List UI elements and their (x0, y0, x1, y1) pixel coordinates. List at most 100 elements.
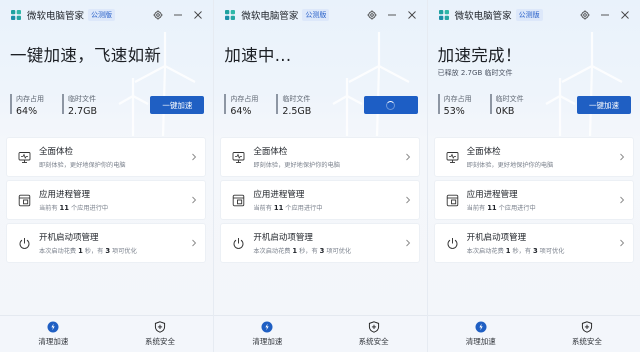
nav-label: 清理加速 (465, 337, 496, 346)
settings-button[interactable] (151, 8, 165, 22)
stat-label: 临时文件 (282, 95, 311, 103)
nav-label: 系统安全 (358, 337, 389, 346)
card-title: 应用进程管理 (253, 190, 305, 200)
stat-value: 64% (230, 106, 252, 117)
app-title: 微软电脑管家 (27, 11, 85, 22)
nav-item-system-security[interactable]: 系统安全 (107, 316, 214, 352)
nav-item-system-security[interactable]: 系统安全 (321, 316, 427, 352)
card-startup-management[interactable]: 开机启动项管理 本次启动花费 1 秒，有 3 项可优化 (220, 223, 421, 263)
beta-badge: 公测版 (515, 9, 543, 21)
temp-files-stat: 临时文件 2.5GB (276, 94, 312, 117)
windmill-decoration-icon (332, 32, 410, 136)
stat-value: 53% (443, 106, 465, 117)
screens-container: 微软电脑管家 公测版 一键加速，飞速如新 内存占用 64% 临时文件 2.7GB… (0, 0, 640, 352)
card-title: 应用进程管理 (39, 190, 91, 200)
minimize-icon (387, 14, 396, 16)
shield-icon (581, 321, 592, 333)
card-startup-management[interactable]: 开机启动项管理 本次启动花费 1 秒，有 3 项可优化 (433, 223, 634, 263)
chevron-right-icon (406, 239, 411, 247)
bottom-navigation: 清理加速 系统安全 (427, 315, 640, 352)
card-app-process-management[interactable]: 应用进程管理 当前有 11 个应用进行中 (6, 180, 206, 220)
app-title: 微软电脑管家 (454, 11, 512, 22)
nav-label: 系统安全 (571, 337, 602, 346)
card-full-checkup[interactable]: 全面体检 即刻体验，更好地保护你的电脑 (220, 137, 421, 177)
cleanup-boost-icon (47, 321, 59, 333)
chevron-right-icon (192, 196, 197, 204)
shield-icon (368, 321, 379, 333)
power-icon (233, 237, 244, 249)
card-description: 本次启动花费 1 秒，有 3 项可优化 (253, 247, 352, 255)
hero-title: 加速完成！ (437, 46, 522, 65)
stat-label: 内存占用 (230, 95, 259, 103)
minimize-button[interactable] (385, 8, 399, 22)
stat-value: 64% (16, 106, 38, 117)
card-app-process-management[interactable]: 应用进程管理 当前有 11 个应用进行中 (220, 180, 421, 220)
cleanup-boost-icon (261, 321, 273, 333)
close-button[interactable] (405, 8, 419, 22)
nav-label: 清理加速 (252, 337, 283, 346)
nav-item-cleanup-boost[interactable]: 清理加速 (0, 316, 107, 352)
stat-label: 临时文件 (68, 95, 96, 103)
app-window-panel: 微软电脑管家 公测版 一键加速，飞速如新 内存占用 64% 临时文件 2.7GB… (0, 0, 214, 352)
card-description: 当前有 11 个应用进行中 (253, 204, 323, 212)
card-description: 即刻体验，更好地保护你的电脑 (253, 162, 340, 169)
stat-label: 临时文件 (495, 95, 524, 103)
nav-label: 清理加速 (38, 337, 69, 346)
memory-usage-stat: 内存占用 64% (10, 94, 44, 117)
monitor-check-icon (232, 151, 245, 163)
settings-button[interactable] (365, 8, 379, 22)
card-full-checkup[interactable]: 全面体检 即刻体验，更好地保护你的电脑 (433, 137, 634, 177)
card-app-process-management[interactable]: 应用进程管理 当前有 11 个应用进行中 (433, 180, 634, 220)
boost-button-label: 一键加速 (588, 100, 619, 110)
chevron-right-icon (619, 239, 624, 247)
title-bar: 微软电脑管家 公测版 (428, 0, 640, 30)
bottom-navigation: 清理加速 系统安全 (0, 315, 214, 352)
settings-button[interactable] (578, 8, 592, 22)
minimize-button[interactable] (171, 8, 185, 22)
title-bar: 微软电脑管家 公测版 (214, 0, 426, 30)
close-button[interactable] (618, 8, 632, 22)
card-title: 全面体检 (39, 147, 74, 157)
nav-item-cleanup-boost[interactable]: 清理加速 (214, 316, 320, 352)
app-logo-icon (11, 10, 21, 20)
stat-label: 内存占用 (443, 95, 472, 103)
card-startup-management[interactable]: 开机启动项管理 本次启动花费 1 秒，有 3 项可优化 (6, 223, 206, 263)
gear-icon (367, 10, 377, 20)
card-full-checkup[interactable]: 全面体检 即刻体验，更好地保护你的电脑 (6, 137, 206, 177)
stats-row: 内存占用 64% 临时文件 2.7GB (10, 94, 115, 117)
close-icon (621, 11, 629, 19)
stats-row: 内存占用 53% 临时文件 0KB (437, 94, 542, 117)
nav-item-cleanup-boost[interactable]: 清理加速 (428, 316, 534, 352)
memory-usage-stat: 内存占用 64% (224, 94, 259, 117)
monitor-check-icon (446, 151, 459, 163)
close-button[interactable] (191, 8, 205, 22)
nav-item-system-security[interactable]: 系统安全 (534, 316, 640, 352)
one-click-boost-button[interactable] (363, 96, 418, 114)
beta-badge: 公测版 (302, 9, 330, 21)
title-bar: 微软电脑管家 公测版 (0, 0, 213, 30)
shield-icon (154, 321, 166, 333)
card-title: 全面体检 (466, 147, 501, 157)
app-title: 微软电脑管家 (241, 11, 299, 22)
beta-badge: 公测版 (88, 9, 116, 21)
card-description: 当前有 11 个应用进行中 (39, 204, 109, 212)
stat-label: 内存占用 (16, 95, 44, 103)
chevron-right-icon (192, 153, 197, 161)
one-click-boost-button[interactable]: 一键加速 (576, 96, 631, 114)
card-title: 全面体检 (253, 147, 288, 157)
stats-row: 内存占用 64% 临时文件 2.5GB (224, 94, 329, 117)
windmill-decoration-icon (545, 32, 623, 136)
card-description: 本次启动花费 1 秒，有 3 项可优化 (39, 247, 137, 255)
minimize-icon (174, 14, 183, 16)
card-title: 开机启动项管理 (466, 233, 527, 243)
app-window-panel: 微软电脑管家 公测版 加速中... 内存占用 64% 临时文件 2.5GB 全面… (213, 0, 427, 352)
minimize-button[interactable] (598, 8, 612, 22)
gear-icon (580, 10, 590, 20)
app-logo-icon (225, 10, 236, 20)
power-icon (19, 237, 30, 249)
one-click-boost-button[interactable]: 一键加速 (150, 96, 205, 114)
stat-value: 2.5GB (282, 106, 312, 117)
bottom-navigation: 清理加速 系统安全 (214, 315, 427, 352)
monitor-check-icon (18, 151, 31, 163)
chevron-right-icon (619, 153, 624, 161)
